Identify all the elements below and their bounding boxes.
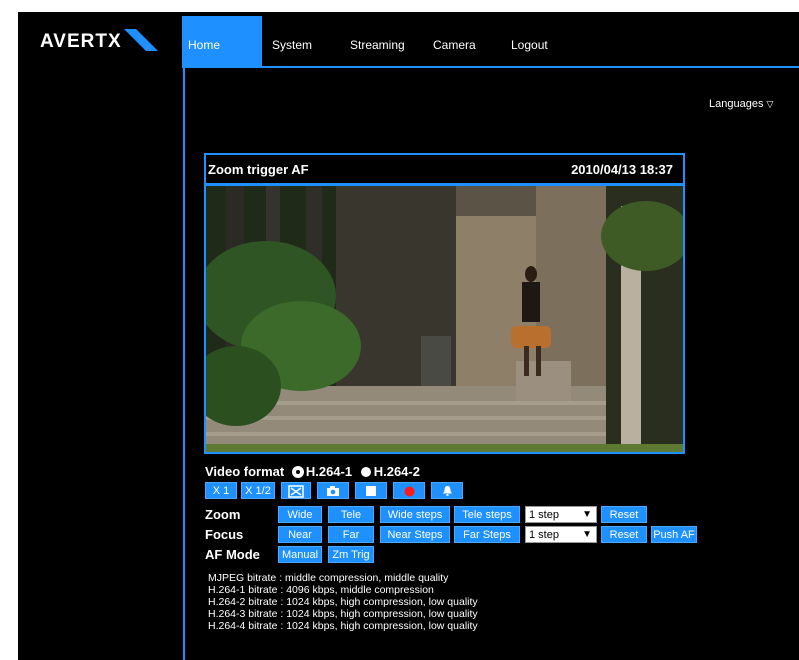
focus-step-select[interactable]: 1 step ▼ [525, 526, 597, 543]
viewer-title-bar: Zoom trigger AF 2010/04/13 18:37 [204, 153, 685, 185]
record-icon [404, 486, 414, 497]
nav-streaming[interactable]: Streaming [350, 16, 405, 66]
bitrate-line: H.264-2 bitrate : 1024 kbps, high compre… [208, 596, 478, 608]
scale-half-button[interactable]: X 1/2 [241, 482, 275, 499]
af-zm-trig-button[interactable]: Zm Trig [328, 546, 374, 563]
radio-h264-1-label: H.264-1 [305, 464, 353, 479]
zoom-step-select[interactable]: 1 step ▼ [525, 506, 597, 523]
video-format-label: Video format [205, 464, 285, 479]
nav-camera[interactable]: Camera [433, 16, 476, 66]
nav-system[interactable]: System [272, 16, 312, 66]
bitrate-line: H.264-3 bitrate : 1024 kbps, high compre… [208, 608, 478, 620]
avertx-logo: AVERTX [40, 29, 158, 52]
alarm-bell-icon [442, 486, 452, 496]
fit-screen-button[interactable] [281, 482, 311, 499]
stop-button[interactable] [355, 482, 387, 499]
top-nav: Home System Streaming Camera Logout [182, 16, 799, 66]
video-frame-image [206, 186, 683, 452]
focus-label: Focus [205, 527, 244, 542]
af-mode-label: AF Mode [205, 547, 260, 562]
focus-far-button[interactable]: Far [328, 526, 374, 543]
bitrate-info: MJPEG bitrate : middle compression, midd… [208, 572, 478, 632]
snapshot-button[interactable] [317, 482, 349, 499]
zoom-tele-steps-button[interactable]: Tele steps [454, 506, 520, 523]
languages-label: Languages [709, 98, 764, 110]
bitrate-line: H.264-1 bitrate : 4096 kbps, middle comp… [208, 584, 434, 596]
stop-icon [366, 486, 376, 496]
triangle-down-icon: ▽ [766, 99, 774, 109]
logo-text: AVERTX [40, 31, 122, 52]
languages-menu[interactable]: Languages ▽ [709, 98, 773, 110]
push-af-button[interactable]: Push AF [651, 526, 697, 543]
radio-h264-2[interactable] [360, 467, 371, 477]
record-button[interactable] [393, 482, 425, 499]
zoom-wide-steps-button[interactable]: Wide steps [380, 506, 450, 523]
nav-logout[interactable]: Logout [511, 16, 548, 66]
nav-home[interactable]: Home [182, 16, 262, 66]
alarm-button[interactable] [431, 482, 463, 499]
focus-near-steps-button[interactable]: Near Steps [380, 526, 450, 543]
radio-h264-1[interactable] [292, 467, 303, 477]
zoom-tele-button[interactable]: Tele [328, 506, 374, 523]
bitrate-line: MJPEG bitrate : middle compression, midd… [208, 572, 449, 584]
focus-far-steps-button[interactable]: Far Steps [454, 526, 520, 543]
focus-near-button[interactable]: Near [278, 526, 322, 543]
bitrate-line: H.264-4 bitrate : 1024 kbps, high compre… [208, 620, 478, 632]
zoom-reset-button[interactable]: Reset [601, 506, 647, 523]
focus-reset-button[interactable]: Reset [601, 526, 647, 543]
zoom-step-value: 1 step [529, 509, 559, 521]
snapshot-camera-icon [327, 486, 339, 496]
focus-step-value: 1 step [529, 529, 559, 541]
chevron-down-icon: ▼ [582, 509, 592, 520]
radio-h264-2-label: H.264-2 [373, 464, 420, 479]
af-manual-button[interactable]: Manual [278, 546, 322, 563]
chevron-down-icon: ▼ [582, 529, 592, 540]
video-format-row: Video format H.264-1 H.264-2 [205, 464, 420, 479]
viewer-timestamp: 2010/04/13 18:37 [571, 162, 673, 177]
zoom-wide-button[interactable]: Wide [278, 506, 322, 523]
scale-x1-button[interactable]: X 1 [205, 482, 237, 499]
live-video[interactable] [204, 184, 685, 454]
zoom-label: Zoom [205, 507, 241, 522]
fit-screen-icon [288, 485, 304, 498]
viewer-title: Zoom trigger AF [208, 162, 309, 177]
